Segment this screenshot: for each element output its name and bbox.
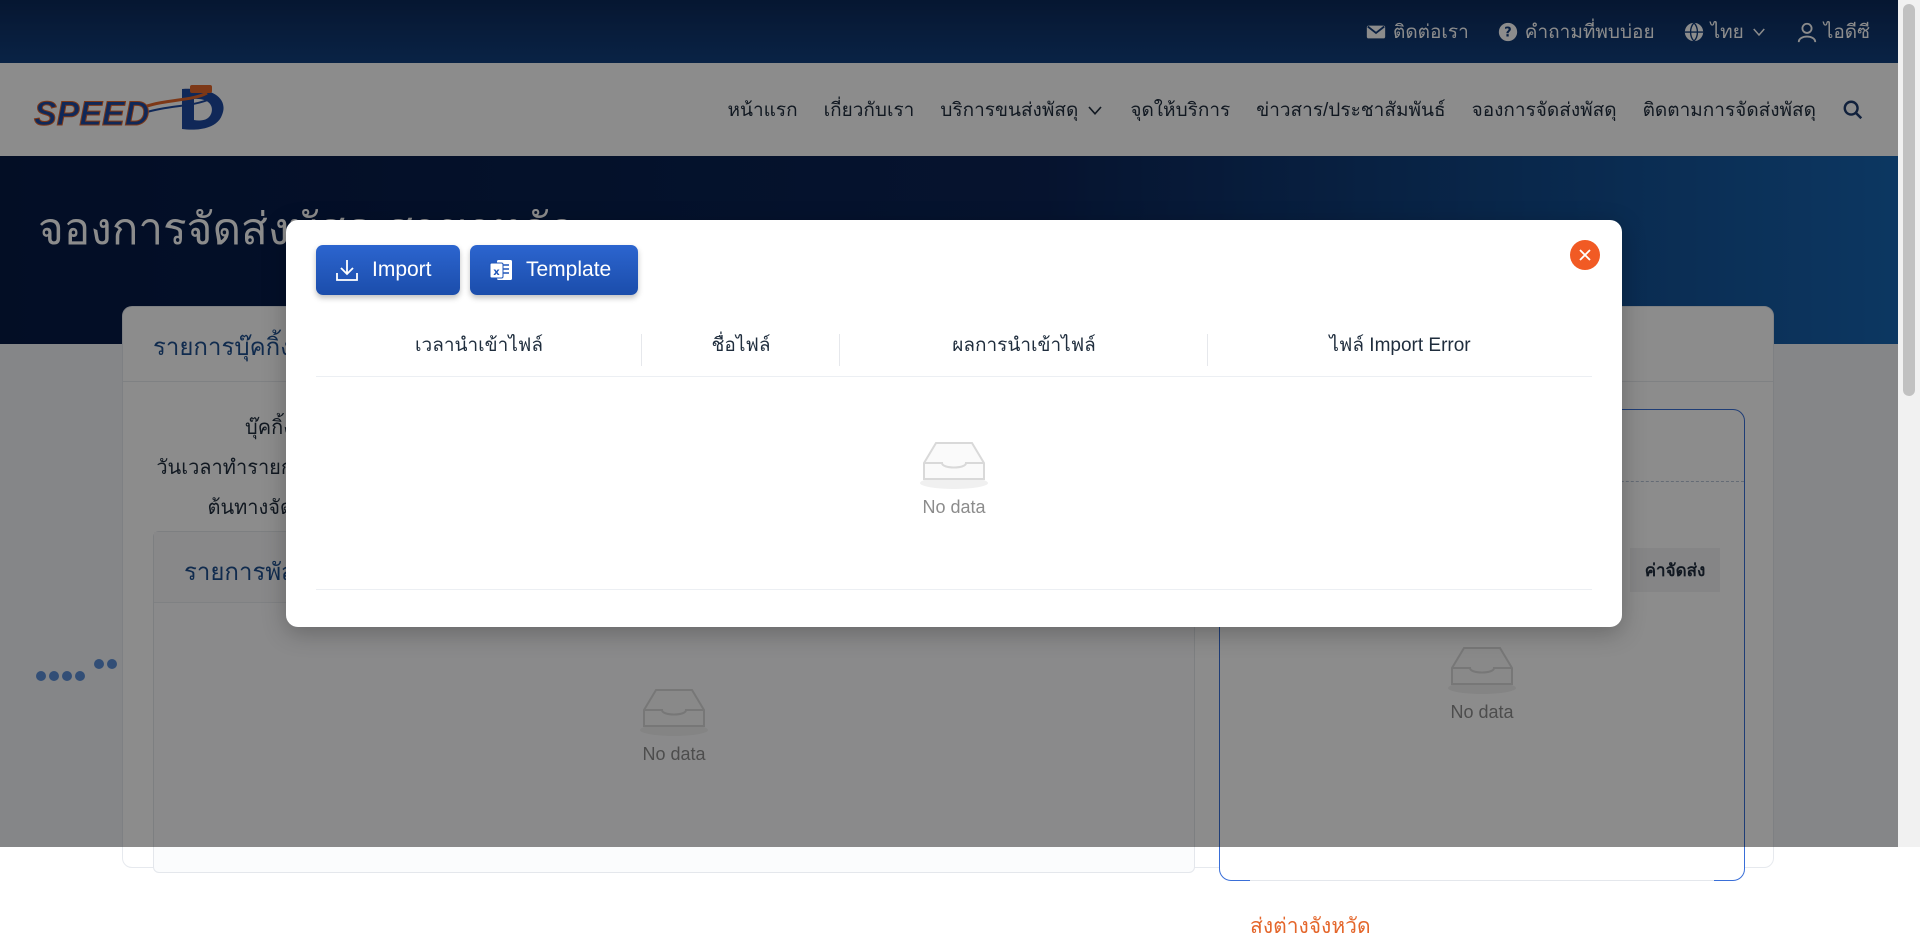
column-header-file-name: ชื่อไฟล์ — [642, 314, 840, 376]
close-button[interactable] — [1570, 240, 1600, 270]
import-button[interactable]: Import — [316, 245, 460, 295]
column-header-error-file: ไฟล์ Import Error — [1329, 335, 1471, 356]
import-modal: Import x Template เวลานำเข้าไฟล์ ชื่อไฟล… — [286, 220, 1622, 627]
empty-inbox-icon — [920, 442, 988, 489]
upcountry-label: ส่งต่างจังหวัด — [1250, 915, 1371, 938]
column-header-import-result: ผลการนำเข้าไฟล์ — [840, 314, 1208, 376]
svg-text:x: x — [493, 267, 500, 278]
table-empty-state: No data — [914, 435, 994, 518]
template-label: Template — [526, 258, 612, 281]
close-icon — [1579, 249, 1591, 261]
template-button[interactable]: x Template — [470, 245, 638, 295]
column-header-import-time: เวลานำเข้าไฟล์ — [316, 314, 642, 376]
import-label: Import — [372, 258, 432, 281]
scrollbar-thumb[interactable] — [1903, 4, 1915, 396]
divider — [1250, 880, 1714, 881]
page-scrollbar[interactable] — [1898, 0, 1920, 847]
download-icon — [336, 260, 358, 281]
import-history-table: เวลานำเข้าไฟล์ ชื่อไฟล์ ผลการนำเข้าไฟล์ … — [316, 314, 1592, 590]
excel-icon: x — [489, 260, 512, 280]
table-header: เวลานำเข้าไฟล์ ชื่อไฟล์ ผลการนำเข้าไฟล์ … — [316, 314, 1592, 377]
table-empty-text: No data — [922, 497, 986, 517]
table-body: No data — [316, 377, 1592, 590]
